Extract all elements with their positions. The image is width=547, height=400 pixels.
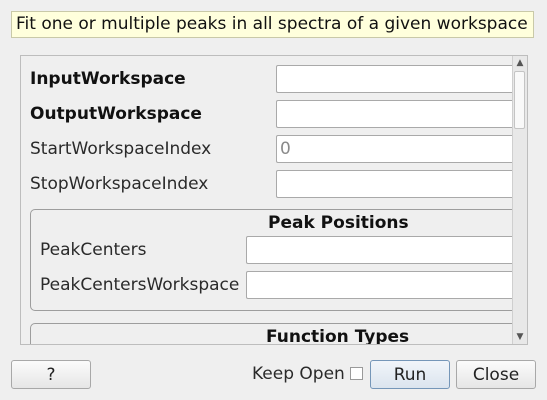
vertical-scrollbar[interactable]: ▲ ▼ — [512, 56, 527, 344]
output-workspace-label: OutputWorkspace — [30, 104, 202, 124]
input-workspace-field[interactable] — [276, 65, 514, 93]
function-types-title: Function Types — [266, 327, 410, 345]
stop-workspace-index-field[interactable] — [276, 170, 514, 198]
start-workspace-index-field[interactable] — [276, 135, 514, 163]
stop-workspace-index-label: StopWorkspaceIndex — [30, 174, 209, 194]
scroll-up-icon[interactable]: ▲ — [513, 56, 527, 70]
help-button[interactable]: ? — [11, 360, 91, 389]
algorithm-description: Fit one or multiple peaks in all spectra… — [11, 11, 534, 38]
keep-open-label: Keep Open — [252, 364, 345, 384]
peak-centers-label: PeakCenters — [40, 240, 147, 260]
output-workspace-field[interactable] — [276, 100, 514, 128]
peak-centers-workspace-field[interactable] — [246, 271, 515, 299]
function-types-group: Function Types — [30, 323, 527, 345]
run-button[interactable]: Run — [370, 360, 450, 389]
scrollbar-thumb[interactable] — [514, 71, 525, 129]
scroll-down-icon[interactable]: ▼ — [513, 330, 527, 344]
start-workspace-index-label: StartWorkspaceIndex — [30, 139, 212, 159]
keep-open-checkbox[interactable] — [350, 367, 363, 380]
properties-scroll-area[interactable]: InputWorkspace OutputWorkspace StartWork… — [20, 55, 528, 345]
close-button[interactable]: Close — [456, 360, 536, 389]
peak-positions-title: Peak Positions — [268, 213, 409, 233]
peak-positions-group: Peak Positions PeakCenters PeakCentersWo… — [30, 209, 527, 311]
peak-centers-workspace-label: PeakCentersWorkspace — [40, 275, 240, 295]
input-workspace-label: InputWorkspace — [30, 69, 186, 89]
peak-centers-field[interactable] — [246, 236, 515, 264]
